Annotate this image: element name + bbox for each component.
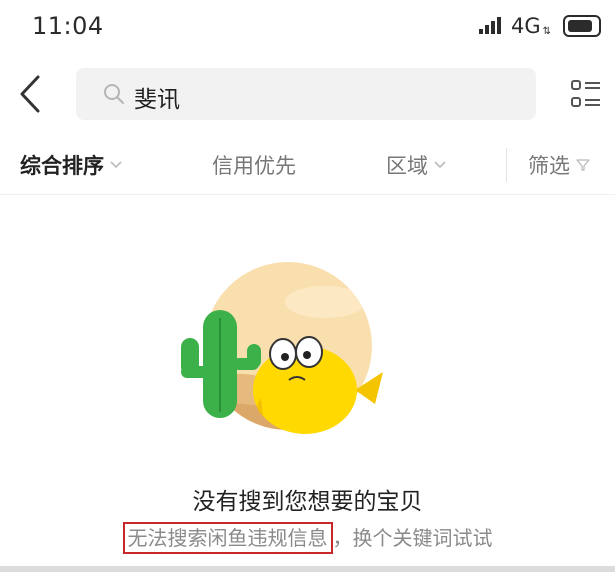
data-activity-icon: ⇅ — [542, 25, 551, 37]
network-type: 4G — [510, 14, 541, 38]
signal-icon — [478, 16, 505, 36]
filter-divider — [506, 148, 507, 182]
status-time: 11:04 — [32, 12, 104, 40]
empty-state-title: 没有搜到您想要的宝贝 — [192, 489, 423, 515]
subtitle-suggestion: 换个关键词试试 — [352, 526, 493, 550]
search-query: 斐讯 — [134, 87, 180, 113]
search-header: 斐讯 — [0, 60, 615, 126]
filter-sort-label: 综合排序 — [20, 154, 104, 178]
bottom-edge — [0, 566, 615, 572]
filter-screen[interactable]: 筛选 — [528, 150, 590, 180]
filter-region[interactable]: 区域 — [386, 150, 446, 180]
status-bar: 11:04 4G ⇅ — [0, 0, 615, 52]
empty-state-illustration — [181, 262, 383, 434]
search-icon — [104, 84, 124, 104]
subtitle-separator: ， — [332, 526, 353, 550]
chevron-left-icon — [20, 75, 40, 113]
filter-credit-label: 信用优先 — [212, 154, 296, 178]
status-icons: 4G ⇅ — [478, 14, 601, 38]
battery-icon — [563, 15, 601, 37]
filter-region-label: 区域 — [386, 154, 428, 178]
chevron-down-icon — [110, 161, 122, 169]
filter-bar: 综合排序 信用优先 区域 筛选 — [0, 138, 615, 195]
list-view-icon — [571, 80, 600, 107]
filter-screen-label: 筛选 — [528, 154, 570, 178]
chevron-down-icon — [434, 161, 446, 169]
highlighted-notice: 无法搜索闲鱼违规信息 — [122, 522, 333, 554]
filter-sort[interactable]: 综合排序 — [20, 150, 122, 180]
list-view-toggle[interactable] — [570, 78, 602, 110]
funnel-icon — [576, 159, 590, 171]
search-input[interactable]: 斐讯 — [76, 68, 536, 120]
back-button[interactable] — [12, 72, 52, 116]
empty-state-subtitle: 无法搜索闲鱼违规信息 ，换个关键词试试 — [0, 522, 615, 554]
filter-credit[interactable]: 信用优先 — [212, 150, 296, 180]
